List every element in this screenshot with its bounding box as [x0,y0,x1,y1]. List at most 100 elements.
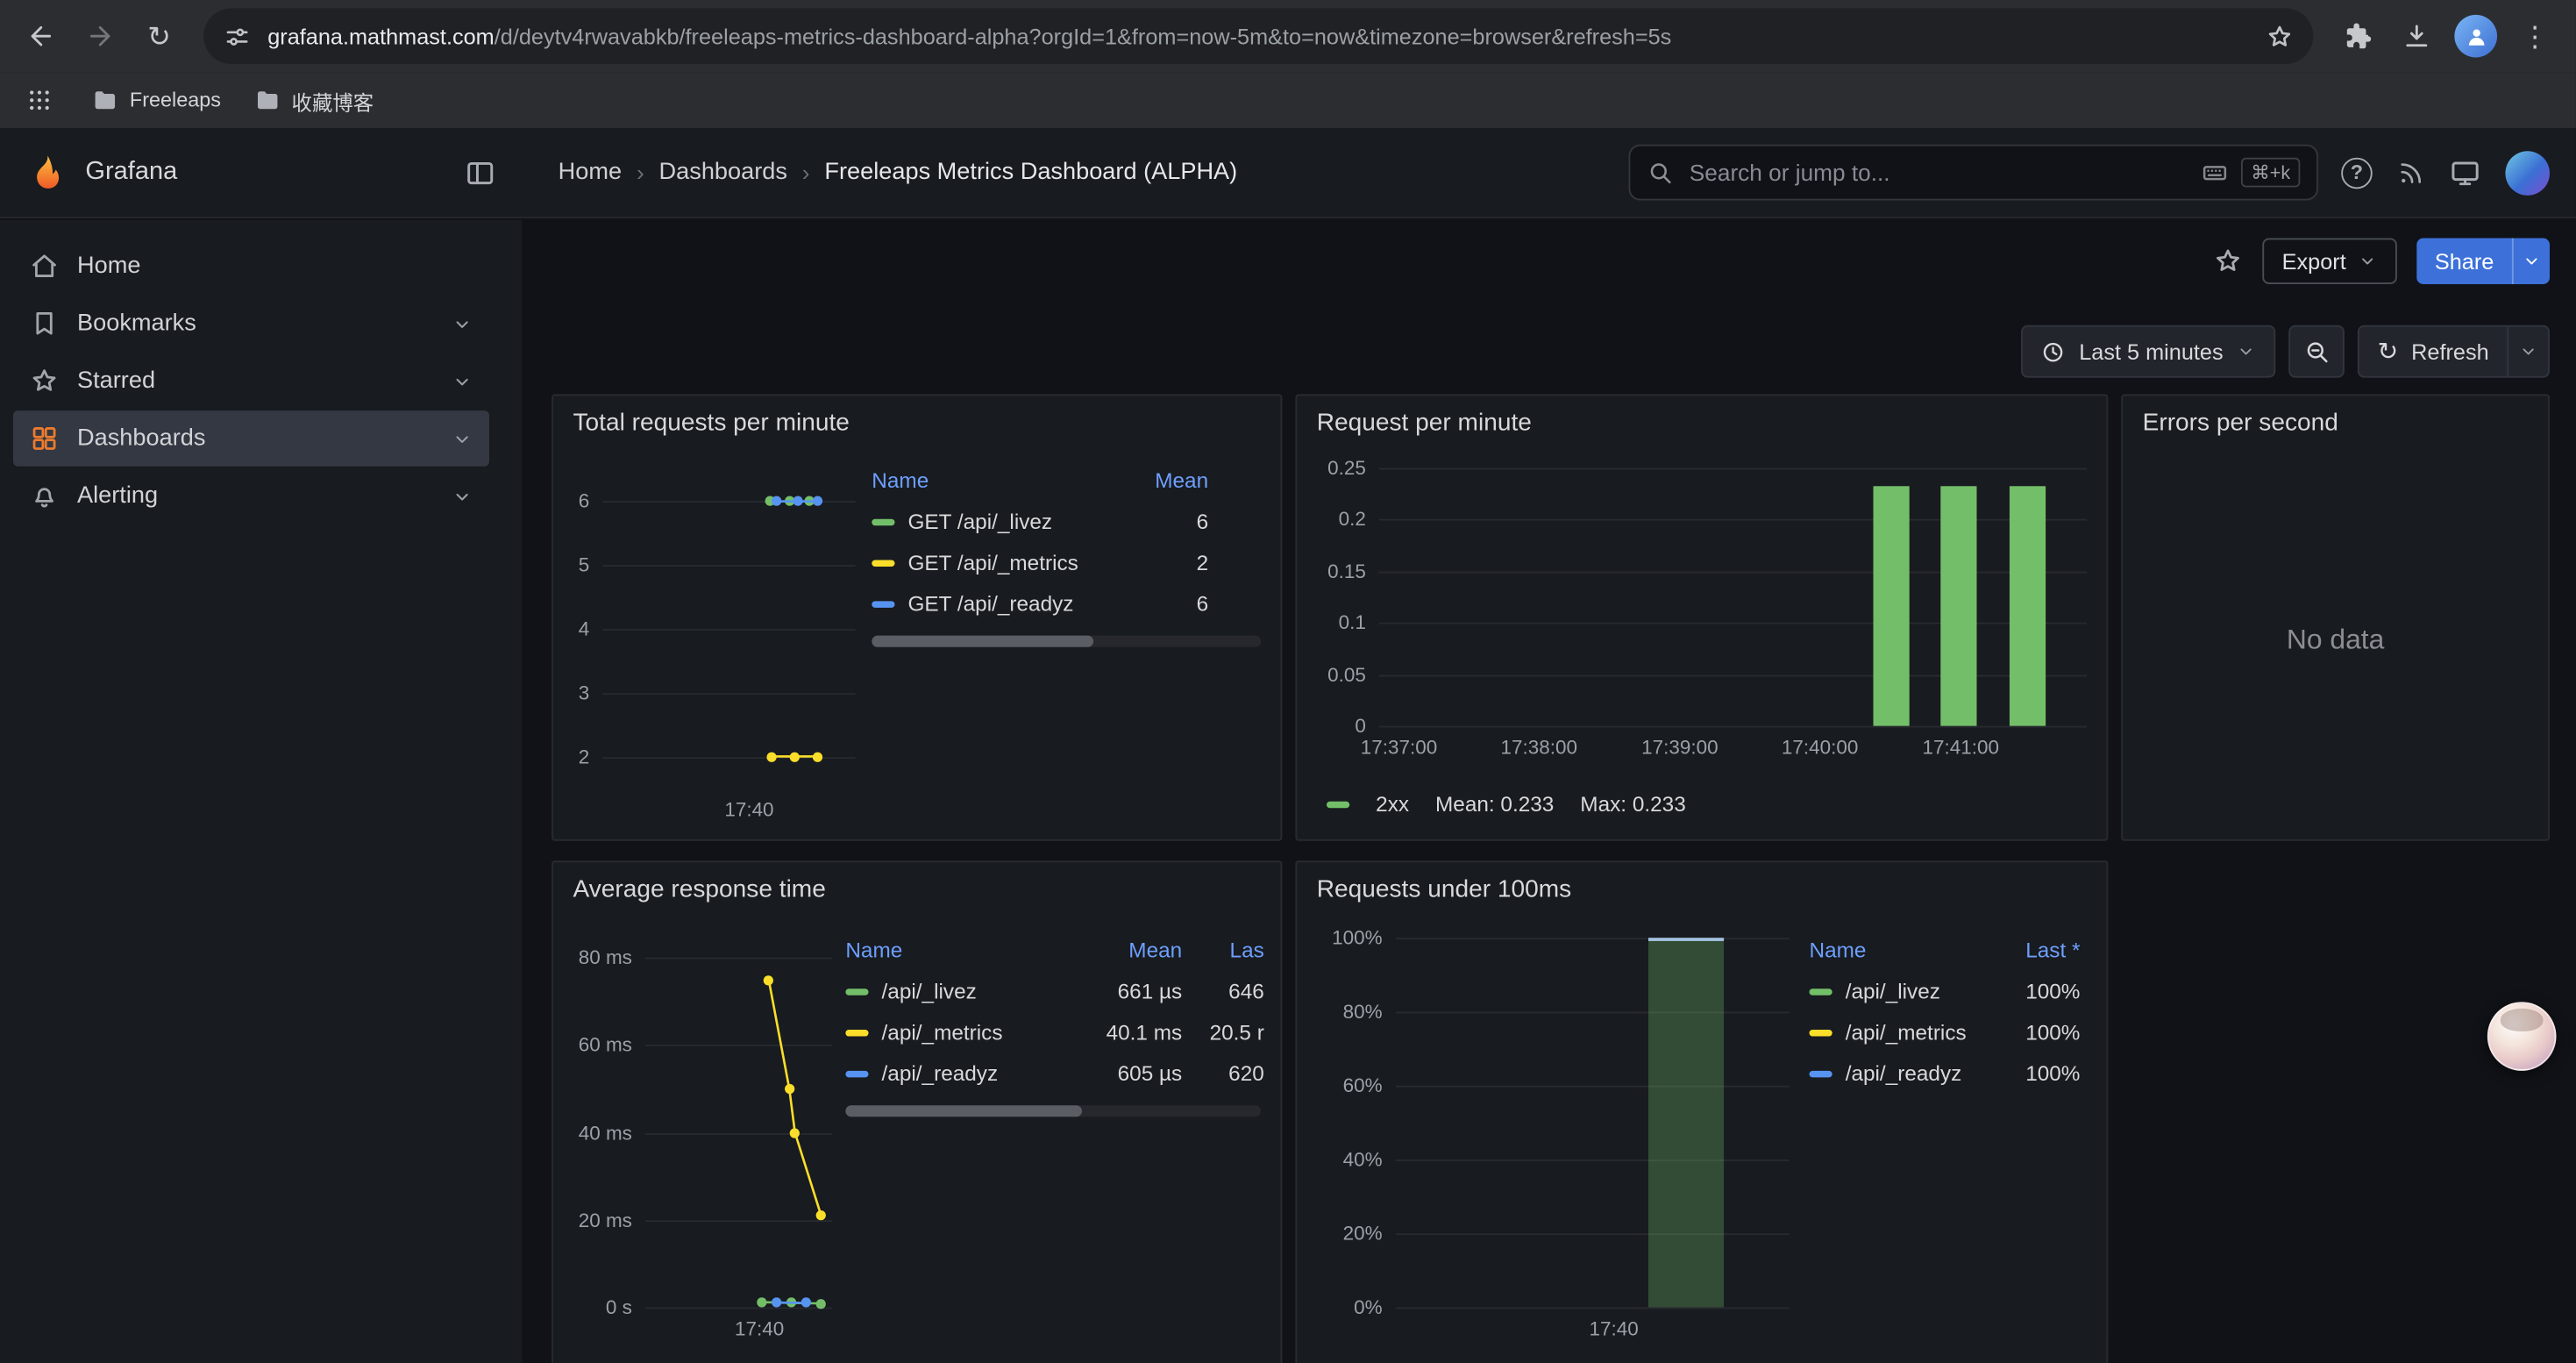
apps-grid-icon[interactable] [19,81,59,120]
legend-row[interactable]: GET /api/_metrics 2 [872,542,1264,583]
search-box[interactable]: ⌘+k [1629,145,2318,201]
legend-row[interactable]: GET /api/_livez 6 [872,501,1264,542]
reload-button[interactable]: ↻ [135,11,184,61]
panel-title[interactable]: Request per minute [1297,396,2106,440]
sidebar-item-starred[interactable]: Starred [13,353,489,410]
requests-under-100ms-chart[interactable]: 100%80%60%40%20%0%17:40 [1310,917,1796,1347]
dashboards-grid-icon [30,424,60,453]
extensions-icon[interactable] [2333,11,2382,61]
site-settings-icon[interactable] [224,22,252,50]
panel-title[interactable]: Average response time [553,862,1281,907]
legend-series-value: 6 [1197,509,1209,533]
bookmark-folder-blogs[interactable]: 收藏博客 [253,84,374,116]
scrollbar-thumb[interactable] [872,636,1093,647]
legend-mean-value: 605 µs [1057,1061,1182,1086]
export-label: Export [2282,249,2346,274]
series-color-swatch [872,560,894,566]
zoom-out-button[interactable] [2289,325,2345,378]
legend-row[interactable]: /api/_livez 100% [1809,971,2080,1012]
export-button[interactable]: Export [2262,239,2397,284]
legend-scrollbar[interactable] [845,1105,1261,1117]
legend-row[interactable]: GET /api/_readyz 6 [872,583,1264,624]
time-controls-row: Last 5 minutes ↻ Refresh [522,325,2575,378]
legend-header-name[interactable]: Name [1809,938,1975,962]
series-color-swatch [872,600,894,606]
legend-series-name: /api/_metrics [1846,1020,1967,1045]
breadcrumb-separator: › [637,160,644,186]
panel-request-per-minute: Request per minute 0.250.20.150.10.05017… [1295,394,2108,840]
sidebar-item-home[interactable]: Home [13,239,489,295]
request-per-minute-chart[interactable]: 0.250.20.150.10.05017:37:0017:38:0017:39… [1310,453,2087,766]
legend-max-stat: Max: 0.233 [1580,792,1685,817]
sidebar-item-alerting[interactable]: Alerting [13,468,489,525]
time-range-picker[interactable]: Last 5 minutes [2022,325,2276,378]
legend-header-mean[interactable]: Mean [1057,938,1182,962]
search-input[interactable] [1686,158,2188,188]
sidebar-item-label: Alerting [77,483,158,510]
help-icon[interactable]: ? [2341,157,2373,189]
legend-header-mean[interactable]: Mean [1155,468,1208,493]
legend-series-value: 2 [1197,550,1209,574]
refresh-button[interactable]: ↻ Refresh [2359,327,2507,376]
panel-title[interactable]: Errors per second [2123,396,2548,440]
breadcrumb-dashboards[interactable]: Dashboards [659,160,787,186]
bookmark-star-icon[interactable] [2266,22,2294,50]
legend-header-name[interactable]: Name [845,938,1057,962]
legend-row[interactable]: /api/_readyz 605 µs 620 [845,1053,1263,1094]
legend-header-last[interactable]: Last * [1975,938,2081,962]
breadcrumb-home[interactable]: Home [559,160,622,186]
legend-mean-stat: Mean: 0.233 [1435,792,1554,817]
brand-name: Grafana [85,158,177,188]
address-bar[interactable]: grafana.mathmast.com/d/deytv4rwavabkb/fr… [203,8,2313,64]
total-requests-chart[interactable]: 6543217:40 [566,457,856,828]
average-response-time-chart[interactable]: 80 ms60 ms40 ms20 ms0 s17:40 [566,917,832,1347]
share-dropdown-button[interactable] [2512,239,2550,284]
downloads-icon[interactable] [2392,11,2441,61]
scrollbar-thumb[interactable] [845,1105,1082,1117]
sidebar-item-dashboards[interactable]: Dashboards [13,410,489,467]
refresh-interval-dropdown[interactable] [2507,327,2548,376]
sidebar-item-bookmarks[interactable]: Bookmarks [13,296,489,352]
series-color-swatch [1809,1070,1832,1076]
nav-sidebar: Home Bookmarks Starred Dashboards Alerti… [0,220,522,1363]
share-button[interactable]: Share [2416,239,2550,284]
panel-legend: Name Mean Las /api/_livez 661 µs 646 /ap… [845,930,1263,1347]
bookmark-label: Freeleaps [130,89,221,111]
url-text: grafana.mathmast.com/d/deytv4rwavabkb/fr… [267,24,2249,48]
assistant-avatar-bubble[interactable] [2487,1002,2557,1071]
panel-title[interactable]: Total requests per minute [553,396,1281,440]
monitor-icon[interactable] [2450,157,2481,189]
legend-header-name[interactable]: Name [872,468,929,493]
legend-row[interactable]: /api/_metrics 40.1 ms 20.5 r [845,1011,1263,1053]
dock-menu-icon[interactable] [465,157,496,189]
legend-series-name: GET /api/_metrics [907,550,1078,574]
panel-title[interactable]: Requests under 100ms [1297,862,2106,907]
grafana-logo[interactable] [26,151,69,194]
series-color-swatch [872,518,894,525]
legend-row[interactable]: /api/_metrics 100% [1809,1011,2080,1053]
legend-row[interactable]: /api/_readyz 100% [1809,1053,2080,1094]
time-range-label: Last 5 minutes [2079,339,2223,364]
rss-icon[interactable] [2397,159,2425,187]
forward-button[interactable] [75,11,125,61]
series-color-swatch [845,988,868,994]
back-button[interactable] [17,11,66,61]
legend-scrollbar[interactable] [872,636,1261,647]
browser-menu-icon[interactable]: ⋮ [2510,11,2559,61]
panel-requests-under-100ms: Requests under 100ms 100%80%60%40%20%0%1… [1295,860,2108,1363]
dashboard-content: Export Share Last 5 minutes [522,220,2575,1363]
legend-series-name: /api/_readyz [1846,1061,1962,1086]
legend-row[interactable]: /api/_livez 661 µs 646 [845,971,1263,1012]
profile-avatar[interactable] [2451,11,2501,61]
panel-total-requests: Total requests per minute 6543217:40 Nam… [551,394,1282,840]
legend-header-last[interactable]: Las [1182,938,1264,962]
favorite-star-icon[interactable] [2213,246,2243,276]
browser-toolbar: ↻ grafana.mathmast.com/d/deytv4rwavabkb/… [0,0,2576,72]
legend-series-name: /api/_readyz [882,1061,999,1086]
chevron-down-icon [2522,251,2541,270]
panel-legend[interactable]: 2xx Mean: 0.233 Max: 0.233 [1327,792,2087,817]
user-avatar[interactable] [2505,150,2550,195]
chevron-down-icon [2237,341,2256,360]
screen: ↻ grafana.mathmast.com/d/deytv4rwavabkb/… [0,0,2576,1363]
bookmark-folder-freeleaps[interactable]: Freeleaps [92,87,221,113]
